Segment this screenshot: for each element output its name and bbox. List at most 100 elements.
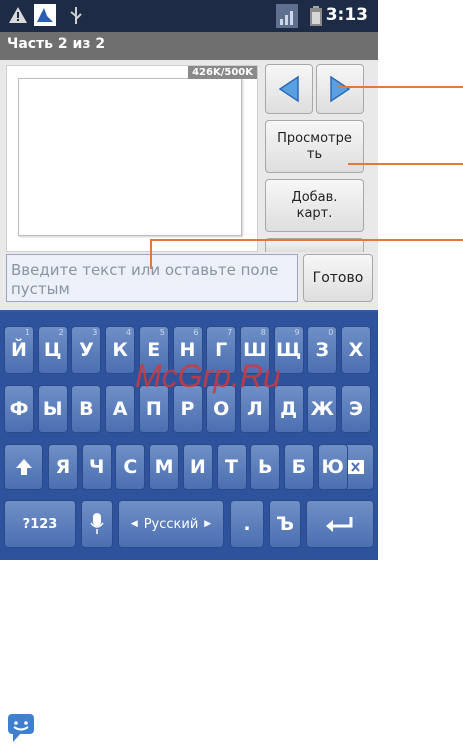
callout-line-preview — [348, 163, 463, 165]
period-key[interactable]: . — [230, 500, 264, 548]
key-label: Ц — [43, 339, 62, 361]
key-label: Б — [291, 456, 307, 478]
prev-slide-button[interactable] — [265, 64, 313, 114]
key-Х[interactable]: Х — [341, 326, 371, 374]
key-К[interactable]: К4 — [105, 326, 136, 374]
key-label: П — [145, 398, 162, 420]
hard-sign-key[interactable]: Ъ — [269, 500, 301, 548]
language-left-icon: ◀ — [130, 519, 138, 529]
shift-icon — [15, 459, 32, 475]
key-label: Ю — [321, 456, 344, 478]
key-Ц[interactable]: Ц2 — [37, 326, 68, 374]
key-Ю[interactable]: Ю — [317, 444, 348, 490]
language-right-icon: ▶ — [204, 519, 212, 529]
key-label: О — [213, 398, 230, 420]
next-slide-icon — [330, 75, 351, 103]
dolphin-icon — [34, 4, 56, 26]
status-time: 3:13 — [325, 5, 368, 25]
key-label: С — [123, 456, 138, 478]
add-picture-button[interactable]: Добав. карт. — [265, 179, 364, 232]
prev-slide-icon — [278, 75, 299, 103]
key-label: Ы — [42, 398, 63, 420]
callout-line-input — [150, 239, 463, 241]
key-Б[interactable]: Б — [283, 444, 314, 490]
key-label: Х — [348, 339, 364, 361]
key-label: Э — [349, 398, 363, 420]
key-Т[interactable]: Т — [216, 444, 247, 490]
key-label: Ч — [89, 456, 105, 478]
key-label: Й — [11, 339, 27, 361]
key-М[interactable]: М — [149, 444, 180, 490]
message-placeholder: Введите текст или оставьте поле пустым — [11, 261, 279, 298]
key-Ы[interactable]: Ы — [37, 385, 68, 433]
shift-key[interactable] — [4, 444, 43, 490]
slide-content[interactable] — [18, 78, 242, 236]
numeric-key[interactable]: ?123 — [4, 500, 76, 548]
phone-screen: 3:13 Часть 2 из 2 426K/500K Просмотреть … — [0, 0, 378, 560]
key-hint: 2 — [58, 328, 64, 337]
key-label: М — [154, 456, 174, 478]
key-Й[interactable]: Й1 — [4, 326, 34, 374]
key-hint: 8 — [260, 328, 266, 337]
key-Я[interactable]: Я — [48, 444, 78, 490]
next-slide-button[interactable] — [316, 64, 364, 114]
key-Э[interactable]: Э — [341, 385, 371, 433]
key-Ф[interactable]: Ф — [4, 385, 34, 433]
slide-preview-frame: 426K/500K — [6, 65, 258, 252]
space-language-key[interactable]: ◀ Русский ▶ — [118, 500, 224, 548]
key-В[interactable]: В — [71, 385, 102, 433]
enter-key[interactable] — [306, 500, 374, 548]
status-bar: 3:13 — [0, 0, 378, 32]
key-label: К — [112, 339, 128, 361]
key-hint: 4 — [126, 328, 132, 337]
preview-label: Просмотреть — [277, 130, 352, 162]
key-Ж[interactable]: Ж — [307, 385, 338, 433]
callout-line-input-vertical — [150, 239, 152, 269]
key-label: У — [79, 339, 94, 361]
key-hint: 5 — [159, 328, 165, 337]
battery-icon — [310, 6, 322, 26]
key-И[interactable]: И — [182, 444, 213, 490]
key-hint: 3 — [92, 328, 98, 337]
key-Ч[interactable]: Ч — [81, 444, 112, 490]
enter-icon — [326, 517, 353, 532]
page-title: Часть 2 из 2 — [7, 36, 106, 52]
message-text-input[interactable]: Введите текст или оставьте поле пустым — [6, 254, 298, 302]
key-hint: 7 — [227, 328, 233, 337]
language-label: Русский — [143, 516, 199, 532]
key-label: Д — [280, 398, 298, 420]
done-button[interactable]: Готово — [303, 254, 373, 302]
callout-line-navigation — [338, 86, 463, 88]
preview-button[interactable]: Просмотреть — [265, 120, 364, 173]
key-label: Ф — [9, 398, 29, 420]
soft-keyboard: ?123 ◀ Русский ▶ . Ъ Й1Ц2У3К4Е5Н6Г7Ш8Щ9З… — [0, 312, 378, 560]
key-label: И — [189, 456, 206, 478]
voice-key[interactable] — [81, 500, 113, 548]
size-badge: 426K/500K — [188, 66, 257, 79]
key-З[interactable]: З0 — [307, 326, 338, 374]
key-hint: 0 — [328, 328, 334, 337]
add-picture-label: Добав. карт. — [291, 189, 338, 221]
message-icon — [8, 714, 34, 742]
key-hint: 1 — [24, 328, 30, 337]
watermark: McGrp.Ru — [135, 358, 281, 394]
signal-icon — [276, 4, 298, 28]
key-label: Ж — [310, 398, 334, 420]
key-label: Т — [225, 456, 238, 478]
key-label: З — [315, 339, 330, 361]
key-label: А — [112, 398, 128, 420]
usb-icon — [70, 7, 82, 24]
key-label: Я — [55, 456, 71, 478]
key-label: Ь — [257, 456, 273, 478]
key-У[interactable]: У3 — [71, 326, 102, 374]
key-Ь[interactable]: Ь — [250, 444, 281, 490]
warning-icon — [9, 7, 27, 23]
key-А[interactable]: А — [105, 385, 136, 433]
key-С[interactable]: С — [115, 444, 146, 490]
key-label: Р — [180, 398, 195, 420]
key-hint: 9 — [294, 328, 300, 337]
key-label: В — [79, 398, 94, 420]
microphone-icon — [90, 513, 104, 534]
title-bar: Часть 2 из 2 — [0, 32, 378, 60]
key-hint: 6 — [193, 328, 199, 337]
